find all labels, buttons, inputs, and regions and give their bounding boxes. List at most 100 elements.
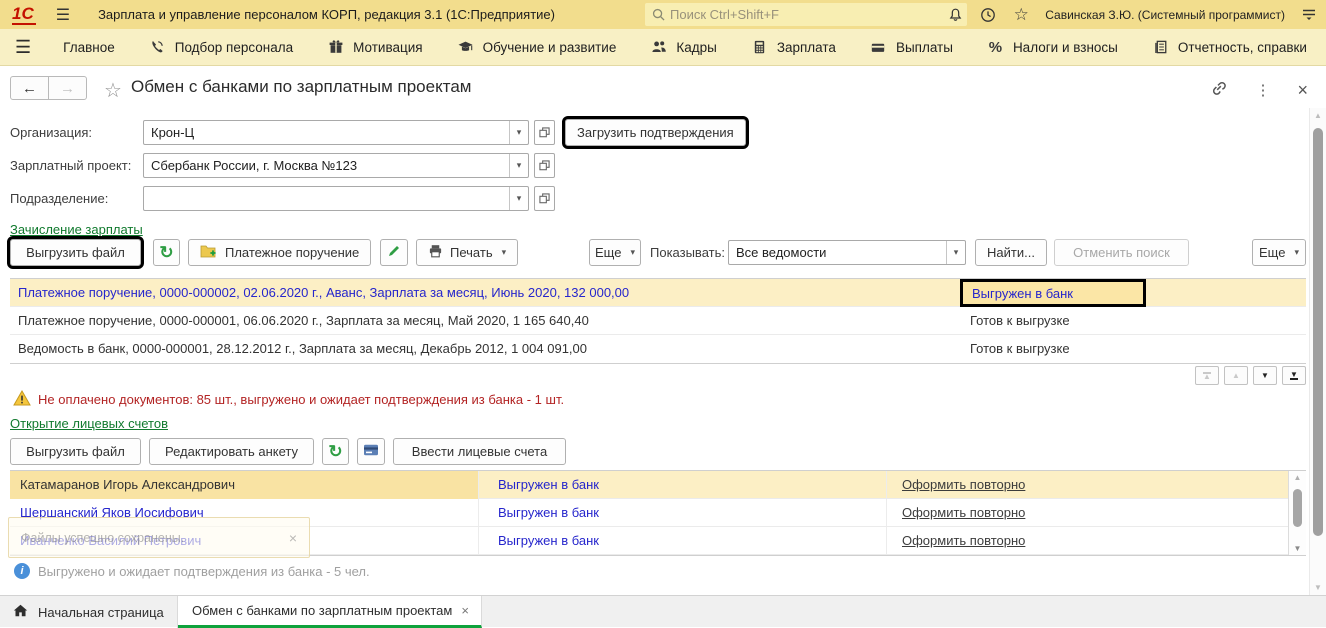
scroll-to-top-icon[interactable]: ▲ [1195,366,1219,385]
refresh-icon: ↻ [159,244,173,261]
report-icon [1152,39,1169,56]
chevron-down-icon: ▾ [502,247,507,258]
organization-value: Крон-Ц [144,121,509,144]
table-row[interactable]: Платежное поручение, 0000-000002, 02.06.… [10,279,1306,307]
statements-table: Платежное поручение, 0000-000002, 02.06.… [10,278,1306,364]
menu-item-payments[interactable]: Выплаты [853,29,970,65]
chevron-down-icon[interactable]: ▾ [946,241,965,264]
close-form-icon[interactable]: × [1297,83,1308,97]
history-icon[interactable] [979,6,997,24]
employees-table-scrollbar[interactable]: ▲ ▼ [1288,471,1306,555]
card-reader-button[interactable] [357,438,385,465]
export-file-button[interactable]: Выгрузить файл [10,239,141,266]
accounts-export-file-button[interactable]: Выгрузить файл [10,438,141,465]
global-search[interactable] [645,3,967,26]
search-icon [652,8,665,21]
scrollbar-thumb[interactable] [1293,489,1302,527]
refresh-icon: ↻ [328,443,342,460]
salary-project-open-button[interactable] [534,153,555,178]
chevron-down-icon: ▾ [630,247,635,258]
status-badge: Готов к выгрузке [970,307,1070,335]
organization-open-button[interactable] [534,120,555,145]
menu-item-main[interactable]: Главное [46,29,132,65]
menu-item-salary[interactable]: Зарплата [734,29,853,65]
table-row[interactable]: Катамаранов Игорь Александрович Выгружен… [10,471,1306,499]
page-scrollbar[interactable]: ▲ ▼ [1309,108,1326,595]
salary-project-value: Сбербанк России, г. Москва №123 [144,154,509,177]
tab-home-page[interactable]: Начальная страница [0,596,178,628]
main-menu-icon[interactable]: ☰ [56,5,70,25]
chevron-down-icon[interactable]: ▾ [509,154,528,177]
salary-project-combo[interactable]: Сбербанк России, г. Москва №123 ▾ [143,153,529,178]
department-open-button[interactable] [534,186,555,211]
enter-accounts-button[interactable]: Ввести лицевые счета [393,438,566,465]
info-icon: i [14,563,30,579]
scroll-down-icon[interactable]: ▼ [1289,544,1306,553]
service-menu-icon[interactable] [1300,6,1318,24]
reissue-link[interactable]: Оформить повторно [902,471,1025,499]
menu-item-reports[interactable]: Отчетность, справки [1135,29,1324,65]
more-actions-icon[interactable]: ⋮ [1255,81,1270,99]
scroll-down-icon[interactable]: ▼ [1253,366,1277,385]
refresh-button[interactable]: ↻ [153,239,180,266]
gift-icon [327,39,344,56]
menu-item-hr[interactable]: Кадры [633,29,733,65]
accounts-refresh-button[interactable]: ↻ [322,438,349,465]
menu-item-recruiting[interactable]: Подбор персонала [132,29,310,65]
status-badge: Выгружен в банк [498,527,599,555]
table-row[interactable]: Ведомость в банк, 0000-000001, 28.12.201… [10,335,1306,363]
current-user[interactable]: Савинская З.Ю. (Системный программист) [1045,8,1285,22]
chevron-down-icon[interactable]: ▾ [509,121,528,144]
add-to-favorites-icon[interactable]: ☆ [104,78,122,103]
statement-description: Платежное поручение, 0000-000001, 06.06.… [18,307,589,335]
department-combo[interactable]: ▾ [143,186,529,211]
print-button[interactable]: Печать ▾ [416,239,518,266]
toast-close-icon[interactable]: × [289,530,297,546]
forward-button[interactable]: → [48,76,87,100]
scroll-down-icon[interactable]: ▼ [1310,583,1326,592]
home-icon [13,604,28,620]
scroll-up-icon[interactable]: ▲ [1289,473,1306,482]
scroll-to-bottom-icon[interactable]: ▼ [1282,366,1306,385]
edit-document-button[interactable] [380,239,408,266]
status-badge: Выгружен в банк [960,279,1146,307]
tab-close-icon[interactable]: × [461,603,469,618]
menu-item-motivation[interactable]: Мотивация [310,29,439,65]
table-row[interactable]: Платежное поручение, 0000-000001, 06.06.… [10,307,1306,335]
toast-message: Файлы успешно сохранены. [21,531,289,545]
organization-combo[interactable]: Крон-Ц ▾ [143,120,529,145]
more-button[interactable]: Еще ▾ [589,239,641,266]
pencil-icon [387,244,401,261]
payment-order-button[interactable]: Платежное поручение [188,239,371,266]
more-button-2[interactable]: Еще ▾ [1252,239,1306,266]
menu-item-training[interactable]: Обучение и развитие [440,29,634,65]
reissue-link[interactable]: Оформить повторно [902,499,1025,527]
show-filter-label: Показывать: [650,239,725,266]
accounts-section-link[interactable]: Открытие лицевых счетов [10,416,168,431]
notifications-icon[interactable] [946,6,964,24]
get-link-icon[interactable] [1210,79,1228,100]
back-button[interactable]: ← [10,76,49,100]
scroll-up-icon[interactable]: ▲ [1224,366,1248,385]
cancel-search-button[interactable]: Отменить поиск [1054,239,1189,266]
edit-questionnaire-button[interactable]: Редактировать анкету [149,438,314,465]
find-button[interactable]: Найти... [975,239,1047,266]
tab-bank-exchange[interactable]: Обмен с банками по зарплатным проектам × [178,596,482,628]
sections-menu: ☰ Главное Подбор персонала Мотивация Обу… [0,29,1326,66]
chevron-down-icon[interactable]: ▾ [509,187,528,210]
chevron-down-icon: ▾ [1294,247,1299,258]
scrollbar-thumb[interactable] [1313,128,1323,536]
favorites-icon[interactable]: ☆ [1012,6,1030,24]
employee-name: Катамаранов Игорь Александрович [20,471,235,499]
search-input[interactable] [670,7,960,22]
show-filter-combo[interactable]: Все ведомости ▾ [728,240,966,265]
reissue-link[interactable]: Оформить повторно [902,527,1025,555]
scroll-up-icon[interactable]: ▲ [1310,111,1326,120]
load-confirmations-button[interactable]: Загрузить подтверждения [565,119,746,146]
menu-item-taxes[interactable]: % Налоги и взносы [970,29,1135,65]
awaiting-confirmation-info: Выгружено и ожидает подтверждения из бан… [38,564,370,579]
people-icon [650,39,667,56]
sections-menu-icon[interactable]: ☰ [0,37,46,58]
salary-section-link[interactable]: Зачисление зарплаты [10,222,143,237]
department-value [144,187,509,210]
